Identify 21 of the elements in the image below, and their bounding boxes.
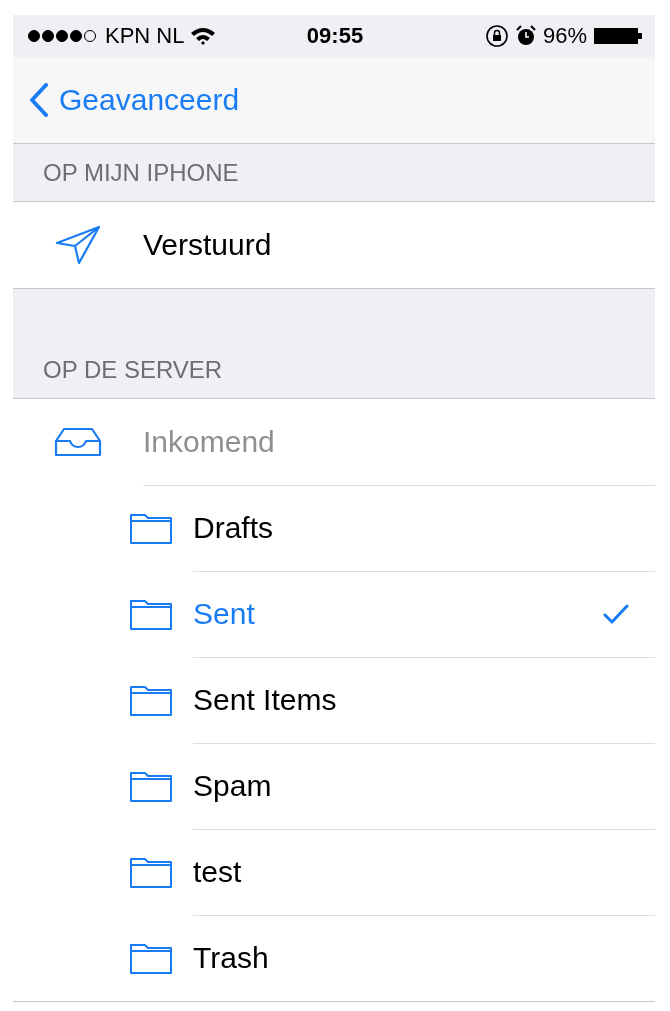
folder-icon [129, 941, 173, 975]
clock-time: 09:55 [306, 23, 364, 49]
section-header: OP DE SERVER [43, 356, 223, 384]
checkmark-icon [603, 602, 629, 625]
section-header: OP MIJN IPHONE [43, 159, 239, 187]
folder-icon [129, 769, 173, 803]
battery-icon [593, 26, 643, 46]
alarm-icon [514, 25, 537, 47]
signal-icon [27, 29, 99, 43]
folder-icon [129, 511, 173, 545]
battery-percentage: 96% [542, 23, 587, 49]
mailbox-item[interactable]: Verstuurd [143, 228, 272, 262]
rotation-lock-icon [484, 24, 509, 48]
carrier-name: KPN NL [105, 23, 185, 49]
folder-icon [129, 683, 173, 717]
wifi-icon [190, 26, 217, 46]
chevron-left-icon [29, 83, 49, 117]
folder-icon [129, 597, 173, 631]
paper-plane-icon [54, 225, 102, 265]
folder-icon [129, 855, 173, 889]
back-button[interactable]: Geavanceerd [29, 83, 240, 117]
